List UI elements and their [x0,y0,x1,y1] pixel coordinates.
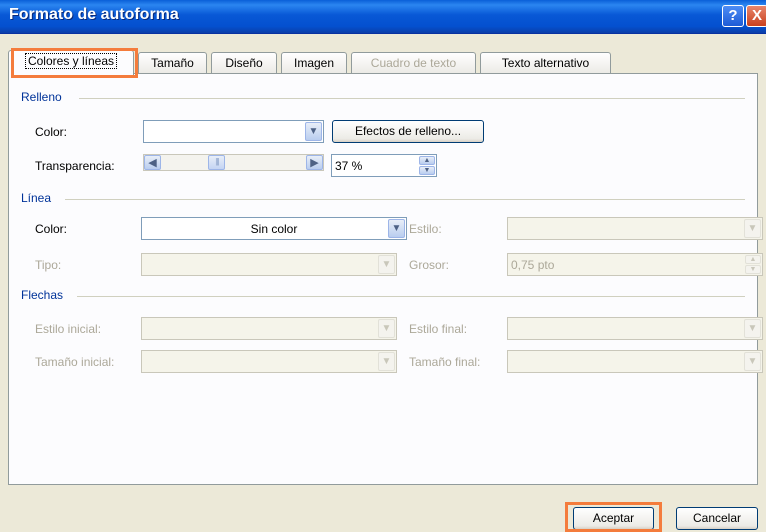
chevron-down-icon[interactable]: ▼ [305,122,322,141]
window-title: Formato de autoforma [9,6,179,23]
divider [65,199,745,200]
cancel-button[interactable]: Cancelar [676,507,758,530]
chevron-down-icon: ▼ [744,352,761,371]
line-color-label: Color: [35,222,68,236]
divider [77,296,745,297]
chevron-down-icon: ▼ [378,319,395,338]
divider [79,98,745,99]
end-size-label: Tamaño final: [409,355,481,369]
begin-style-label: Estilo inicial: [35,322,102,336]
slider-thumb[interactable]: ||| [208,155,226,170]
fill-color-select[interactable]: ▼ [143,120,324,143]
tab-imagen[interactable]: Imagen [281,52,347,73]
fill-color-label: Color: [35,125,68,139]
chevron-down-icon[interactable]: ▼ [388,219,405,238]
spin-down-icon[interactable]: ▼ [419,166,435,175]
tab-strip: Colores y líneas Tamaño Diseño Imagen Cu… [8,50,758,75]
transparency-label: Transparencia: [35,159,115,173]
chevron-down-icon: ▼ [744,219,761,238]
chevron-down-icon: ▼ [378,255,395,274]
line-weight-label: Grosor: [409,258,450,272]
spin-down-icon: ▼ [745,265,761,274]
line-color-value: Sin color [250,222,298,236]
section-arrows-label: Flechas [21,288,64,302]
line-style-label: Estilo: [409,222,442,236]
tab-tamano[interactable]: Tamaño [138,52,207,73]
end-size-select: ▼ [507,350,763,373]
end-style-label: Estilo final: [409,322,468,336]
chevron-left-icon[interactable]: ◀ [144,155,161,170]
chevron-down-icon: ▼ [744,319,761,338]
spin-up-icon[interactable]: ▲ [419,156,435,165]
begin-size-select: ▼ [141,350,397,373]
ok-button[interactable]: Aceptar [573,507,654,530]
section-fill-label: Relleno [21,90,62,104]
spin-up-icon: ▲ [745,255,761,264]
line-weight-input: 0,75 pto ▲ ▼ [507,253,763,276]
tab-colores-y-lineas[interactable]: Colores y líneas [8,50,134,75]
chevron-down-icon: ▼ [378,352,395,371]
section-line-label: Línea [21,191,52,205]
chevron-right-icon[interactable]: ▶ [306,155,323,170]
transparency-input[interactable]: 37 % ▲ ▼ [331,154,437,177]
line-type-select: ▼ [141,253,397,276]
line-weight-value: 0,75 pto [511,258,555,272]
tab-panel: Relleno Color: ▼ Efectos de relleno... T… [8,73,763,485]
fill-effects-button[interactable]: Efectos de relleno... [332,120,484,143]
close-button[interactable]: X [746,5,766,27]
line-style-select: ▼ [507,217,763,240]
line-color-select[interactable]: Sin color ▼ [141,217,407,240]
help-button[interactable]: ? [722,5,744,27]
title-bar: Formato de autoforma ? X [0,0,766,34]
tab-diseno[interactable]: Diseño [211,52,277,73]
transparency-slider[interactable]: ◀ ||| ▶ [143,154,324,171]
begin-size-label: Tamaño inicial: [35,355,115,369]
tab-label: Colores y líneas [24,53,118,69]
end-style-select: ▼ [507,317,763,340]
begin-style-select: ▼ [141,317,397,340]
tab-cuadro-de-texto: Cuadro de texto [351,52,476,73]
line-type-label: Tipo: [35,258,62,272]
tab-texto-alternativo[interactable]: Texto alternativo [480,52,611,73]
